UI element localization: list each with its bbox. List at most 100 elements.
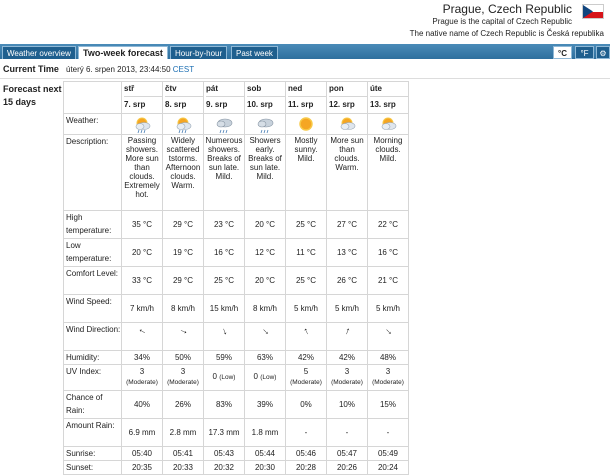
comfort-cell: 20 °C [244, 266, 286, 295]
uv-level: (Moderate) [126, 379, 158, 386]
humidity-cell: 48% [367, 350, 409, 365]
humidity-cell: 42% [326, 350, 368, 365]
day-header: úte 13. srp [367, 81, 409, 114]
rain_amount-cell: 6.9 mm [121, 418, 163, 447]
uv-cell: 0 (Low) [203, 364, 245, 391]
wind-arrow-icon: ↑ [301, 325, 311, 338]
sunset-cell: 20:35 [121, 460, 163, 475]
row-label: UV Index: [63, 364, 122, 391]
description-cell: Widely scattered tstorms. Afternoon clou… [162, 134, 204, 211]
sun-cloud-rain-icon [135, 117, 151, 134]
row-label: High temperature: [63, 210, 122, 239]
amount-rain-row: Amount Rain: 6.9 mm 2.8 mm 17.3 mm 1.8 mm - - - [63, 418, 409, 447]
description-cell: Showers early. Breaks of sun late. Mild. [244, 134, 286, 211]
description-cell: Morning clouds. Mild. [367, 134, 409, 211]
row-label: Sunset: [63, 460, 122, 475]
fahrenheit-button[interactable]: °F [575, 46, 594, 59]
header: Prague, Czech Republic Prague is the cap… [0, 0, 610, 44]
rain_chance-cell: 15% [367, 390, 409, 419]
day-name: úte [370, 82, 408, 97]
sun-cloud-rain-icon [176, 117, 192, 134]
uv-value: 3 [139, 367, 145, 376]
sun-cloud-icon [381, 117, 397, 130]
settings-gear-icon[interactable]: ⚙ [596, 46, 610, 59]
tab-two-week-forecast[interactable]: Two-week forecast [78, 46, 168, 59]
weather-cell [121, 113, 163, 135]
day-header: ned 11. srp [285, 81, 327, 114]
wind-speed-row: Wind Speed: 7 km/h 8 km/h 15 km/h 8 km/h 5 km… [63, 294, 409, 323]
day-header: čtv 8. srp [162, 81, 204, 114]
description-cell: Passing showers. More sun than clouds. E… [121, 134, 163, 211]
uv-cell: 3 (Moderate) [162, 364, 204, 391]
row-label: Low temperature: [63, 238, 122, 267]
tab-weather-overview[interactable]: Weather overview [2, 46, 76, 59]
wind-direction-cell: ↑ [285, 322, 327, 351]
day-name: stř [124, 82, 162, 97]
high-cell: 35 °C [121, 210, 163, 239]
humidity-cell: 63% [244, 350, 286, 365]
high-cell: 22 °C [367, 210, 409, 239]
wind-direction-cell: ↑ [367, 322, 409, 351]
tab-hour-by-hour[interactable]: Hour-by-hour [170, 46, 228, 59]
high-cell: 20 °C [244, 210, 286, 239]
comfort-cell: 25 °C [203, 266, 245, 295]
row-label: Weather: [63, 113, 122, 135]
high-cell: 27 °C [326, 210, 368, 239]
rain_chance-cell: 39% [244, 390, 286, 419]
city-title: Prague, Czech Republic [442, 2, 572, 16]
current-time-row: Current Time úterý 6. srpen 2013, 23:44:… [0, 60, 610, 79]
sunrise-cell: 05:43 [203, 446, 245, 461]
timezone-link[interactable]: CEST [173, 65, 194, 74]
weather-cell [203, 113, 245, 135]
wind-cell: 5 km/h [367, 294, 409, 323]
row-label: Description: [63, 134, 122, 211]
current-time-value: úterý 6. srpen 2013, 23:44:50 CEST [66, 65, 195, 74]
tab-past-week[interactable]: Past week [231, 46, 278, 59]
row-label: Comfort Level: [63, 266, 122, 295]
wind-cell: 7 km/h [121, 294, 163, 323]
day-header: sob 10. srp [244, 81, 286, 114]
humidity-cell: 34% [121, 350, 163, 365]
weather-cell [367, 113, 409, 135]
wind-cell: 8 km/h [162, 294, 204, 323]
wind-cell: 8 km/h [244, 294, 286, 323]
low-cell: 16 °C [203, 238, 245, 267]
uv-level: (Low) [260, 374, 277, 381]
high-temperature-row: High temperature: 35 °C 29 °C 23 °C 20 °C 25 … [63, 210, 409, 239]
chance-of-rain-row: Chance of Rain: 40% 26% 83% 39% 0% 10% 15% [63, 390, 409, 419]
uv-value: 5 [303, 367, 309, 376]
rain_amount-cell: 2.8 mm [162, 418, 204, 447]
sunset-cell: 20:33 [162, 460, 204, 475]
high-cell: 25 °C [285, 210, 327, 239]
comfort-cell: 26 °C [326, 266, 368, 295]
wind-arrow-icon: ↑ [259, 325, 271, 338]
celsius-button[interactable]: °C [553, 46, 572, 59]
low-cell: 16 °C [367, 238, 409, 267]
current-time-label: Current Time [3, 64, 59, 74]
sunrise-row: Sunrise: 05:40 05:41 05:43 05:44 05:46 05:47 05… [63, 446, 409, 461]
uv-cell: 3 (Moderate) [326, 364, 368, 391]
day-date: 10. srp [247, 100, 273, 109]
humidity-cell: 42% [285, 350, 327, 365]
weather-row: Weather: [63, 113, 409, 135]
row-label-empty [63, 81, 122, 114]
czech-flag-icon [582, 4, 604, 19]
rain_amount-cell: - [367, 418, 409, 447]
uv-value: 0 [253, 372, 258, 381]
description-cell: Mostly sunny. Mild. [285, 134, 327, 211]
uv-value: 3 [180, 367, 186, 376]
sunset-cell: 20:26 [326, 460, 368, 475]
day-date: 12. srp [329, 100, 355, 109]
cloud-rain-icon [216, 118, 233, 134]
sunrise-cell: 05:40 [121, 446, 163, 461]
comfort-cell: 33 °C [121, 266, 163, 295]
uv-level: (Low) [219, 374, 236, 381]
humidity-cell: 50% [162, 350, 204, 365]
wind-arrow-icon: ↑ [176, 326, 190, 337]
sunrise-cell: 05:46 [285, 446, 327, 461]
wind-arrow-icon: ↑ [135, 326, 149, 337]
rain_chance-cell: 0% [285, 390, 327, 419]
day-date: 7. srp [124, 100, 146, 109]
day-header-row: stř 7. srp čtv 8. srp pát 9. srp sob 10. srp ned… [63, 81, 409, 114]
low-temperature-row: Low temperature: 20 °C 19 °C 16 °C 12 °C 11 °… [63, 238, 409, 267]
